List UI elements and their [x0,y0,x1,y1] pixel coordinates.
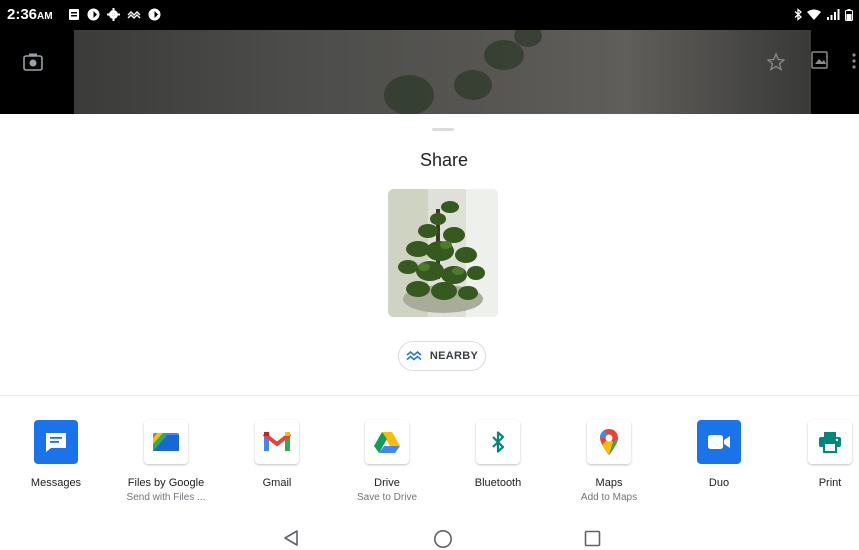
star-icon[interactable] [766,52,786,72]
divider [0,395,859,396]
status-time-value: 2:36 [7,6,38,23]
more-vert-icon[interactable] [851,52,857,72]
preview-leaf [454,70,492,100]
share-target-drive[interactable]: Drive Save to Drive [332,420,442,503]
app-label: Drive [374,477,400,489]
app-label: Duo [708,477,730,489]
app-label: Bluetooth [474,477,522,489]
back-icon[interactable] [282,529,300,547]
preview-leaf [484,40,524,70]
messages-icon [34,420,78,464]
share-target-maps[interactable]: Maps Add to Maps [554,420,664,503]
home-icon[interactable] [433,529,453,549]
preview-leaf [514,30,542,47]
share-target-duo[interactable]: Duo [664,420,774,489]
camera-preview [74,30,811,114]
app-icon [148,8,161,21]
share-target-print[interactable]: Print [775,420,859,489]
status-time: 2:36AM [7,6,53,23]
wifi-icon [807,9,821,20]
app-sublabel: Add to Maps [580,492,638,503]
settings-icon [107,8,120,21]
share-target-gmail[interactable]: Gmail [222,420,332,489]
app-label: Print [818,477,842,489]
recents-icon[interactable] [584,530,601,547]
gallery-icon[interactable] [810,50,830,72]
shared-image-preview [388,189,498,317]
gmail-icon [255,420,299,464]
nearby-share-icon [127,10,141,19]
print-icon [808,420,852,464]
app-sublabel: Save to Drive [356,492,418,503]
bluetooth-icon [476,420,520,464]
preview-leaf [384,75,434,114]
nearby-share-button[interactable]: NEARBY [398,341,486,371]
files-icon [144,420,188,464]
battery-icon [845,8,853,21]
status-time-ampm: AM [37,11,53,22]
nearby-share-icon [406,351,422,361]
app-label: Maps [595,477,623,489]
app-icon [87,8,100,21]
app-label: Files by Google [127,477,205,489]
navigation-bar [0,520,859,550]
drive-icon [365,420,409,464]
app-label: Gmail [262,477,292,489]
app-sublabel: Send with Files ... [126,492,206,503]
camera-icon[interactable] [22,52,44,72]
share-target-files[interactable]: Files by Google Send with Files ... [111,420,221,503]
app-label: Messages [30,477,82,489]
notes-icon [69,9,79,20]
status-icons-left [68,8,161,21]
signal-icon [827,8,840,20]
status-bar: 2:36AM [0,0,859,30]
camera-viewfinder [0,30,859,114]
share-target-messages[interactable]: Messages [1,420,111,489]
maps-icon [587,420,631,464]
duo-icon [697,420,741,464]
status-icons-right [794,8,853,21]
bluetooth-icon [794,8,802,21]
plant-photo [388,189,498,317]
drag-handle[interactable] [432,128,454,131]
share-title: Share [419,150,469,170]
share-target-bluetooth[interactable]: Bluetooth [443,420,553,489]
nearby-label: NEARBY [429,350,479,362]
